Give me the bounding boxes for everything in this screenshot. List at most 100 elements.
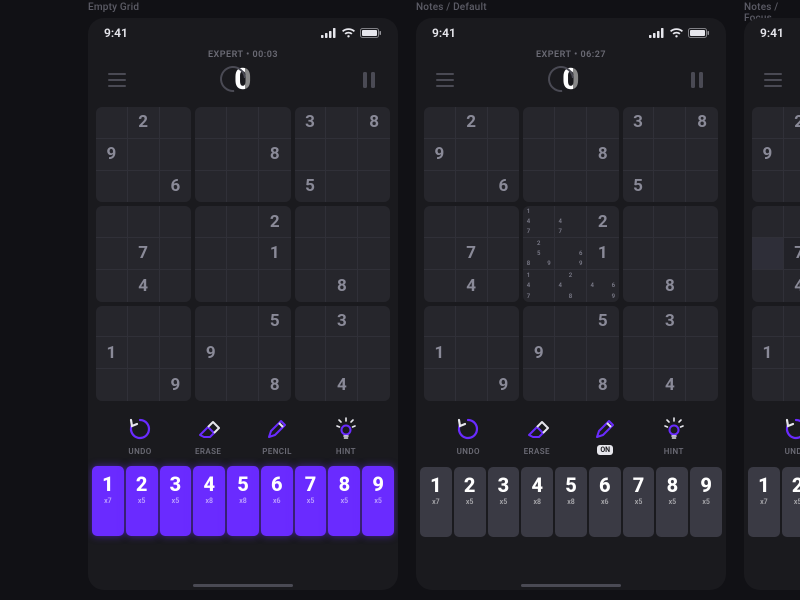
grid-cell[interactable] bbox=[195, 369, 227, 401]
pause-icon[interactable] bbox=[686, 69, 708, 91]
grid-cell[interactable] bbox=[358, 337, 390, 369]
grid-cell[interactable] bbox=[195, 306, 227, 338]
undo-button[interactable]: UNDO bbox=[126, 415, 154, 456]
grid-cell[interactable]: 9 bbox=[424, 139, 456, 171]
grid-cell[interactable] bbox=[326, 139, 358, 171]
grid-cell[interactable] bbox=[96, 270, 128, 302]
grid-cell[interactable] bbox=[160, 238, 192, 270]
num-button-4[interactable]: 4x8 bbox=[521, 467, 553, 537]
grid-cell[interactable] bbox=[654, 107, 686, 139]
grid-cell[interactable] bbox=[555, 337, 587, 369]
grid-cell[interactable] bbox=[623, 369, 655, 401]
grid-cell[interactable]: 9 bbox=[160, 369, 192, 401]
grid-cell[interactable] bbox=[128, 306, 160, 338]
grid-cell[interactable]: 9 bbox=[195, 337, 227, 369]
grid-cell[interactable] bbox=[326, 337, 358, 369]
grid-cell[interactable]: 4 bbox=[654, 369, 686, 401]
grid-cell[interactable] bbox=[523, 171, 555, 203]
grid-cell[interactable] bbox=[456, 369, 488, 401]
grid-cell[interactable] bbox=[326, 107, 358, 139]
grid-cell[interactable]: 1 bbox=[587, 238, 619, 270]
grid-cell[interactable] bbox=[654, 139, 686, 171]
grid-cell[interactable] bbox=[295, 139, 327, 171]
undo-button[interactable]: UNDO bbox=[454, 415, 482, 457]
grid-cell[interactable] bbox=[358, 270, 390, 302]
grid-cell[interactable]: 1 bbox=[752, 337, 784, 369]
grid-cell[interactable] bbox=[128, 337, 160, 369]
grid-cell[interactable]: 5 bbox=[623, 171, 655, 203]
hint-button[interactable]: HINT bbox=[660, 415, 688, 457]
grid-cell[interactable] bbox=[227, 337, 259, 369]
grid-cell[interactable] bbox=[96, 206, 128, 238]
menu-icon[interactable] bbox=[106, 69, 128, 91]
grid-cell[interactable] bbox=[424, 107, 456, 139]
grid-cell[interactable] bbox=[160, 107, 192, 139]
grid-cell[interactable] bbox=[555, 306, 587, 338]
pencil-button[interactable]: ON bbox=[591, 415, 619, 457]
grid-cell[interactable] bbox=[227, 206, 259, 238]
grid-cell[interactable]: 1 bbox=[96, 337, 128, 369]
grid-cell[interactable] bbox=[227, 270, 259, 302]
grid-cell[interactable] bbox=[555, 107, 587, 139]
grid-cell[interactable] bbox=[96, 107, 128, 139]
grid-cell[interactable] bbox=[686, 171, 718, 203]
num-button-8[interactable]: 8x5 bbox=[328, 466, 360, 536]
grid-cell[interactable] bbox=[623, 139, 655, 171]
grid-cell[interactable]: 1 bbox=[259, 238, 291, 270]
grid-cell[interactable] bbox=[654, 337, 686, 369]
grid-cell-notes[interactable]: 469 bbox=[587, 270, 619, 302]
grid-cell[interactable] bbox=[326, 171, 358, 203]
grid-cell[interactable] bbox=[96, 306, 128, 338]
grid-cell[interactable] bbox=[227, 238, 259, 270]
grid-cell[interactable]: 3 bbox=[295, 107, 327, 139]
grid-cell[interactable] bbox=[523, 139, 555, 171]
grid-cell[interactable]: 8 bbox=[259, 139, 291, 171]
grid-cell[interactable] bbox=[424, 306, 456, 338]
grid-cell[interactable] bbox=[488, 337, 520, 369]
grid-cell[interactable]: 7 bbox=[128, 238, 160, 270]
grid-cell[interactable] bbox=[160, 270, 192, 302]
grid-cell[interactable] bbox=[523, 107, 555, 139]
grid-cell[interactable] bbox=[160, 139, 192, 171]
menu-icon[interactable] bbox=[434, 69, 456, 91]
grid-cell[interactable] bbox=[96, 238, 128, 270]
grid-cell[interactable] bbox=[358, 171, 390, 203]
grid-cell[interactable] bbox=[259, 270, 291, 302]
grid-cell[interactable] bbox=[358, 206, 390, 238]
grid-cell[interactable] bbox=[358, 369, 390, 401]
grid-cell[interactable] bbox=[195, 171, 227, 203]
grid-cell[interactable] bbox=[128, 139, 160, 171]
grid-cell[interactable] bbox=[227, 171, 259, 203]
grid-cell[interactable] bbox=[587, 337, 619, 369]
sudoku-grid[interactable]: 296838574147472258969114724846981959834 bbox=[424, 107, 718, 401]
grid-cell[interactable] bbox=[752, 107, 784, 139]
num-button-5[interactable]: 5x8 bbox=[227, 466, 259, 536]
grid-cell-notes[interactable]: 147 bbox=[523, 270, 555, 302]
grid-cell[interactable] bbox=[96, 171, 128, 203]
grid-cell[interactable] bbox=[488, 139, 520, 171]
grid-cell[interactable] bbox=[424, 238, 456, 270]
grid-cell[interactable] bbox=[488, 238, 520, 270]
grid-cell[interactable]: 8 bbox=[259, 369, 291, 401]
grid-cell[interactable] bbox=[623, 238, 655, 270]
pause-icon[interactable] bbox=[358, 69, 380, 91]
grid-cell[interactable] bbox=[259, 171, 291, 203]
grid-cell[interactable] bbox=[160, 306, 192, 338]
grid-cell[interactable] bbox=[784, 306, 800, 338]
grid-cell[interactable] bbox=[686, 270, 718, 302]
grid-cell[interactable]: 8 bbox=[686, 107, 718, 139]
grid-cell[interactable]: 5 bbox=[295, 171, 327, 203]
grid-cell[interactable] bbox=[358, 238, 390, 270]
grid-cell[interactable] bbox=[195, 270, 227, 302]
grid-cell[interactable] bbox=[752, 171, 784, 203]
grid-cell[interactable]: 8 bbox=[358, 107, 390, 139]
grid-cell[interactable] bbox=[587, 107, 619, 139]
grid-cell[interactable] bbox=[654, 206, 686, 238]
grid-cell[interactable] bbox=[128, 171, 160, 203]
grid-cell[interactable] bbox=[752, 369, 784, 401]
grid-cell[interactable] bbox=[295, 306, 327, 338]
grid-cell[interactable] bbox=[160, 206, 192, 238]
grid-cell[interactable] bbox=[195, 238, 227, 270]
grid-cell[interactable] bbox=[227, 369, 259, 401]
grid-cell[interactable]: 9 bbox=[488, 369, 520, 401]
